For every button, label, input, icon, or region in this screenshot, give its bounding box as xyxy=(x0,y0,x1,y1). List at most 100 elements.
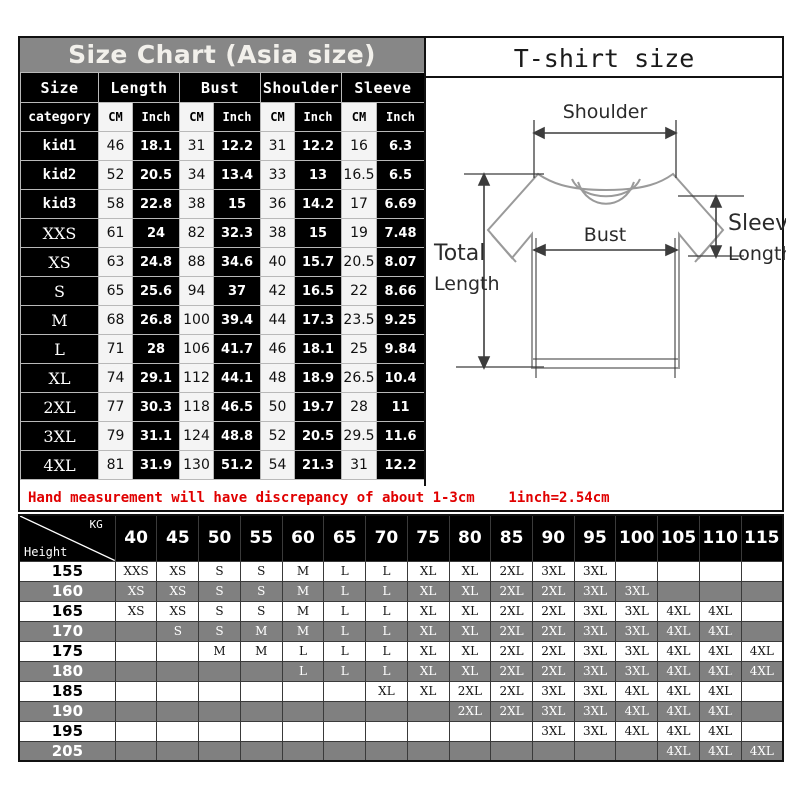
fit-cell: S xyxy=(239,580,283,602)
cell-length-cm: 46 xyxy=(98,131,133,161)
cell-bust-inch: 34.6 xyxy=(213,247,261,277)
cell-bust-inch: 41.7 xyxy=(213,334,261,364)
cell-length-inch: 24.8 xyxy=(132,247,180,277)
fit-cell: 2XL xyxy=(531,580,575,602)
measurement-unit-row: category CM Inch CM Inch CM Inch CM Inch xyxy=(20,102,425,132)
fit-cell: 2XL xyxy=(490,580,533,602)
cell-bust-inch: 15 xyxy=(213,189,261,219)
group-header-shoulder: Shoulder xyxy=(260,72,342,103)
table-row: 170 S S M M L L XL XL 2XL 2XL 3XL 3XL 4XL 4XL xyxy=(18,620,784,642)
height-label: 205 xyxy=(18,740,116,762)
table-row: 180 L L L XL XL 2XL 2XL 3XL 3XL 4XL 4XL 4XL xyxy=(18,660,784,682)
cell-sleeve-cm: 31 xyxy=(341,450,377,480)
label-longth: Longth xyxy=(728,243,786,265)
cell-bust-inch: 37 xyxy=(213,276,261,306)
table-row: 175 M M L L L XL XL 2XL 2XL 3XL 3XL 4XL 4XL 4XL xyxy=(18,640,784,662)
fit-cell: 4XL xyxy=(740,660,784,682)
fit-cell: L xyxy=(365,600,408,622)
label-total: Total xyxy=(433,241,485,266)
cell-sleeve-cm: 17 xyxy=(341,189,377,219)
fit-cell xyxy=(239,700,283,722)
fit-cell: 4XL xyxy=(657,660,700,682)
table-row: XS 63 24.8 88 34.6 40 15.7 20.5 8.07 xyxy=(20,247,425,277)
fit-cell: XL xyxy=(406,640,450,662)
fit-cell: M xyxy=(281,580,325,602)
cell-shoulder-cm: 52 xyxy=(260,421,295,451)
fit-cell: L xyxy=(323,660,367,682)
weight-header-100: 100 xyxy=(615,514,659,562)
fit-cell xyxy=(573,740,617,762)
fit-cell: 4XL xyxy=(615,700,659,722)
fit-cell: XL xyxy=(406,600,450,622)
fit-cell: 2XL xyxy=(490,640,533,662)
corner-weight-label: KG xyxy=(89,518,103,531)
group-header-sleeve: Sleeve xyxy=(341,72,425,103)
fit-cell: L xyxy=(365,660,408,682)
row-size-label: kid3 xyxy=(20,189,99,219)
weight-header-110: 110 xyxy=(698,514,742,562)
fit-cell xyxy=(156,660,200,682)
fit-cell: 4XL xyxy=(698,720,742,742)
row-size-label: 2XL xyxy=(20,392,99,422)
label-length: Length xyxy=(434,273,500,295)
fit-cell: 2XL xyxy=(490,600,533,622)
fit-cell xyxy=(740,580,784,602)
unit-length-cm: CM xyxy=(98,102,133,132)
cell-length-inch: 18.1 xyxy=(132,131,180,161)
height-weight-corner-cell: KG Height xyxy=(18,514,116,562)
fit-cell: S xyxy=(198,600,241,622)
fit-cell: 3XL xyxy=(615,600,659,622)
fit-cell: XS xyxy=(114,580,158,602)
fit-cell xyxy=(365,740,408,762)
cell-shoulder-cm: 54 xyxy=(260,450,295,480)
fit-cell xyxy=(239,740,283,762)
fit-cell: 3XL xyxy=(615,660,659,682)
table-row: XL 74 29.1 112 44.1 48 18.9 26.5 10.4 xyxy=(20,363,425,393)
fit-cell: 4XL xyxy=(698,620,742,642)
unit-bust-inch: Inch xyxy=(213,102,261,132)
fit-cell xyxy=(698,560,742,582)
row-size-label: 3XL xyxy=(20,421,99,451)
cell-shoulder-inch: 15.7 xyxy=(294,247,342,277)
fit-cell xyxy=(740,560,784,582)
fit-cell xyxy=(740,720,784,742)
cell-length-cm: 77 xyxy=(98,392,133,422)
fit-cell: 4XL xyxy=(740,640,784,662)
row-size-label: M xyxy=(20,305,99,335)
weight-header-45: 45 xyxy=(156,514,200,562)
fit-cell: 4XL xyxy=(657,600,700,622)
fit-cell: 2XL xyxy=(490,620,533,642)
cell-sleeve-inch: 12.2 xyxy=(376,450,425,480)
fit-cell: 3XL xyxy=(615,620,659,642)
cell-sleeve-cm: 23.5 xyxy=(341,305,377,335)
cell-length-inch: 28 xyxy=(132,334,180,364)
fit-cell xyxy=(156,680,200,702)
fit-cell: 3XL xyxy=(573,640,617,662)
fit-cell: 4XL xyxy=(657,640,700,662)
fit-cell: 2XL xyxy=(490,660,533,682)
weight-header-90: 90 xyxy=(531,514,575,562)
fit-cell: 4XL xyxy=(657,620,700,642)
fit-cell: L xyxy=(323,640,367,662)
fit-cell xyxy=(740,680,784,702)
fit-cell xyxy=(114,720,158,742)
fit-cell xyxy=(114,660,158,682)
fit-cell: 2XL xyxy=(531,660,575,682)
cell-bust-cm: 88 xyxy=(179,247,214,277)
fit-cell: XL xyxy=(448,580,492,602)
cell-shoulder-inch: 21.3 xyxy=(294,450,342,480)
fit-cell: 4XL xyxy=(615,720,659,742)
cell-length-cm: 68 xyxy=(98,305,133,335)
table-row: 205 4XL 4XL 4XL xyxy=(18,740,784,762)
tshirt-diagram-panel: T-shirt size Shoulder Bust Total Length … xyxy=(424,38,786,510)
fit-cell: 2XL xyxy=(531,640,575,662)
fit-cell: 4XL xyxy=(698,600,742,622)
cell-sleeve-cm: 26.5 xyxy=(341,363,377,393)
fit-cell xyxy=(657,560,700,582)
cell-length-cm: 52 xyxy=(98,160,133,190)
measurement-table: Size Length Bust Shoulder Sleeve categor… xyxy=(20,72,425,480)
fit-cell: 2XL xyxy=(531,600,575,622)
cell-sleeve-cm: 25 xyxy=(341,334,377,364)
cell-shoulder-inch: 16.5 xyxy=(294,276,342,306)
fit-cell xyxy=(490,740,533,762)
